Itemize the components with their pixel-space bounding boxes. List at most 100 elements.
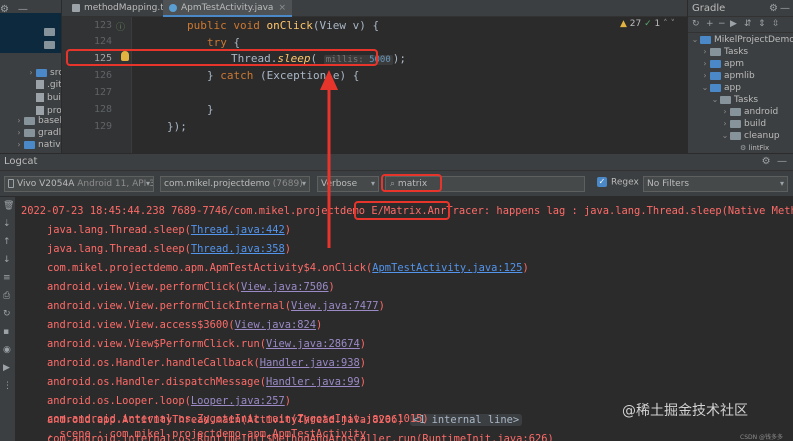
gradle-node-app[interactable]: ⌄ app	[700, 82, 741, 94]
minimize-icon[interactable]: —	[777, 156, 787, 167]
soft-wrap-icon[interactable]: ≡	[3, 273, 11, 283]
code-line-129: });	[167, 120, 187, 133]
arrow-down-icon[interactable]: ↓	[3, 255, 11, 265]
gradle-node-tasks[interactable]: › Tasks	[700, 46, 748, 58]
chevron-down-icon: ▾	[779, 179, 784, 188]
gradle-project-icon	[700, 35, 711, 44]
log-line: android.os.Handler.handleCallback(Handle…	[47, 354, 366, 373]
stack-trace-link[interactable]: Thread.java:358	[191, 243, 285, 255]
project-item-label: buil	[47, 93, 62, 103]
chevron-right-icon: ›	[29, 68, 33, 77]
stack-trace-link[interactable]: View.java:7506	[241, 281, 329, 293]
log-line: android.view.View$PerformClick.run(View.…	[47, 335, 366, 354]
stack-trace-link[interactable]: View.java:824	[235, 319, 316, 331]
chevron-up-icon[interactable]: ˄	[663, 19, 668, 29]
regex-checkbox[interactable]: ✓ Regex	[597, 177, 639, 188]
log-text: )	[359, 376, 367, 388]
gradle-node-app-tasks[interactable]: ⌄ Tasks	[710, 94, 758, 106]
expand-icon[interactable]: ⇕	[758, 19, 766, 29]
folder-row[interactable]	[44, 39, 58, 52]
gradle-node-lintfix[interactable]: ⚙ lintFix	[740, 142, 769, 153]
minimize-icon[interactable]: —	[18, 4, 28, 15]
code-line-126: } catch (Exception e) {	[207, 67, 359, 84]
java-class-icon	[169, 3, 177, 12]
gradle-node-apm[interactable]: › apm	[700, 58, 744, 70]
chevron-down-icon: ▾	[145, 179, 150, 188]
close-icon[interactable]: ×	[278, 3, 286, 13]
log-text: java.lang.Thread.sleep(	[47, 243, 191, 255]
gradle-node-label: cleanup	[744, 131, 780, 141]
camera-icon[interactable]: ◉	[3, 345, 11, 355]
inspection-widget[interactable]: ▲ 27 ✓ 1 ˄ ˅	[620, 19, 675, 29]
refresh-icon[interactable]: ↻	[692, 19, 700, 29]
gradle-node-root[interactable]: ⌄ MikelProjectDemo	[690, 34, 793, 46]
run-icon[interactable]: ▶	[730, 19, 737, 29]
chevron-down-icon[interactable]: ˅	[671, 19, 676, 29]
project-item-native[interactable]: › native	[14, 138, 61, 151]
code-token: public void	[187, 19, 260, 32]
video-icon[interactable]: ▶	[3, 363, 10, 373]
filter-config-select[interactable]: No Filters ▾	[643, 176, 788, 192]
device-name: Vivo V2054A	[17, 179, 75, 189]
minimize-icon[interactable]: —	[780, 0, 790, 17]
stack-trace-link[interactable]: Thread.java:442	[191, 224, 285, 236]
project-item-src[interactable]: › src	[26, 66, 61, 79]
gradle-node-build[interactable]: › build	[720, 118, 766, 130]
log-text: java.lang.Thread.sleep(	[47, 224, 191, 236]
code-token: (View v) {	[312, 19, 380, 32]
restart-icon[interactable]: ↻	[3, 309, 11, 319]
collapse-icon[interactable]: ⇳	[772, 19, 780, 29]
add-icon[interactable]: +	[706, 19, 714, 29]
chevron-right-icon: ›	[703, 59, 707, 68]
settings-icon[interactable]: ⚙	[762, 156, 771, 167]
folder-icon	[730, 107, 741, 116]
code-editor[interactable]: public void onClick(View v) { try { Thre…	[133, 17, 687, 153]
stack-trace-link[interactable]: View.java:28674	[266, 338, 360, 350]
gradle-node-label: lintFix	[748, 144, 770, 152]
log-line: android.os.Looper.loop(Looper.java:257)	[47, 392, 291, 411]
folder-row[interactable]	[44, 26, 58, 39]
execute-icon[interactable]: ⇵	[744, 19, 752, 29]
stop-icon[interactable]: ▪	[3, 327, 9, 337]
clear-log-icon[interactable]: 🗑	[3, 201, 14, 211]
process-select[interactable]: com.mikel.projectdemo (7689) ▾	[160, 176, 310, 192]
log-text: )	[284, 224, 291, 236]
module-icon	[710, 83, 721, 92]
project-item-build[interactable]: buil	[36, 92, 62, 105]
log-text: )	[284, 395, 291, 407]
stack-trace-link[interactable]: ApmTestActivity.java:125	[372, 262, 522, 274]
scroll-end-icon[interactable]: ⇣	[3, 219, 11, 229]
log-line: android.view.View.performClickInternal(V…	[47, 297, 385, 316]
stack-trace-link[interactable]: Handler.java:938	[260, 357, 360, 369]
gradle-node-label: apm	[724, 59, 744, 69]
arrow-up-icon[interactable]: ↑	[3, 237, 11, 247]
folder-icon	[36, 68, 47, 77]
project-item-git[interactable]: .git	[36, 79, 61, 92]
gradle-node-cleanup[interactable]: ⌄ cleanup	[720, 130, 780, 142]
tab-apm-test-activity[interactable]: ApmTestActivity.java ×	[163, 0, 292, 17]
settings-icon[interactable]: ⚙	[769, 0, 778, 17]
code-token: catch	[220, 69, 254, 82]
stack-trace-link[interactable]: Looper.java:257	[191, 395, 285, 407]
log-level-select[interactable]: Verbose ▾	[317, 176, 379, 192]
regex-label: Regex	[611, 177, 639, 188]
watermark-text: @稀土掘金技术社区	[622, 403, 748, 419]
log-line: com.android.internal.os.ZygoteInit.main(…	[47, 413, 429, 425]
implements-icon[interactable]: ⓘ	[116, 20, 125, 33]
chevron-right-icon: ›	[723, 107, 727, 116]
chevron-down-icon: ⌄	[721, 131, 729, 140]
device-select[interactable]: Vivo V2054A Android 11, API 30 ▾	[4, 176, 154, 192]
more-icon[interactable]: ⋮	[3, 381, 12, 391]
gradle-node-apmlib[interactable]: › apmlib	[700, 70, 754, 82]
settings-icon[interactable]: ⚙	[0, 4, 9, 15]
device-detail: Android 11, API 30	[77, 179, 154, 189]
folder-icon	[730, 119, 741, 128]
gradle-node-label: Tasks	[724, 47, 749, 57]
stack-trace-link[interactable]: View.java:7477	[291, 300, 379, 312]
folder-icon	[24, 128, 35, 137]
print-icon[interactable]: ⎙	[3, 291, 10, 301]
chevron-down-icon: ⌄	[701, 83, 709, 92]
gradle-node-android[interactable]: › android	[720, 106, 778, 118]
stack-trace-link[interactable]: Handler.java:99	[266, 376, 360, 388]
minus-icon[interactable]: −	[718, 19, 726, 29]
